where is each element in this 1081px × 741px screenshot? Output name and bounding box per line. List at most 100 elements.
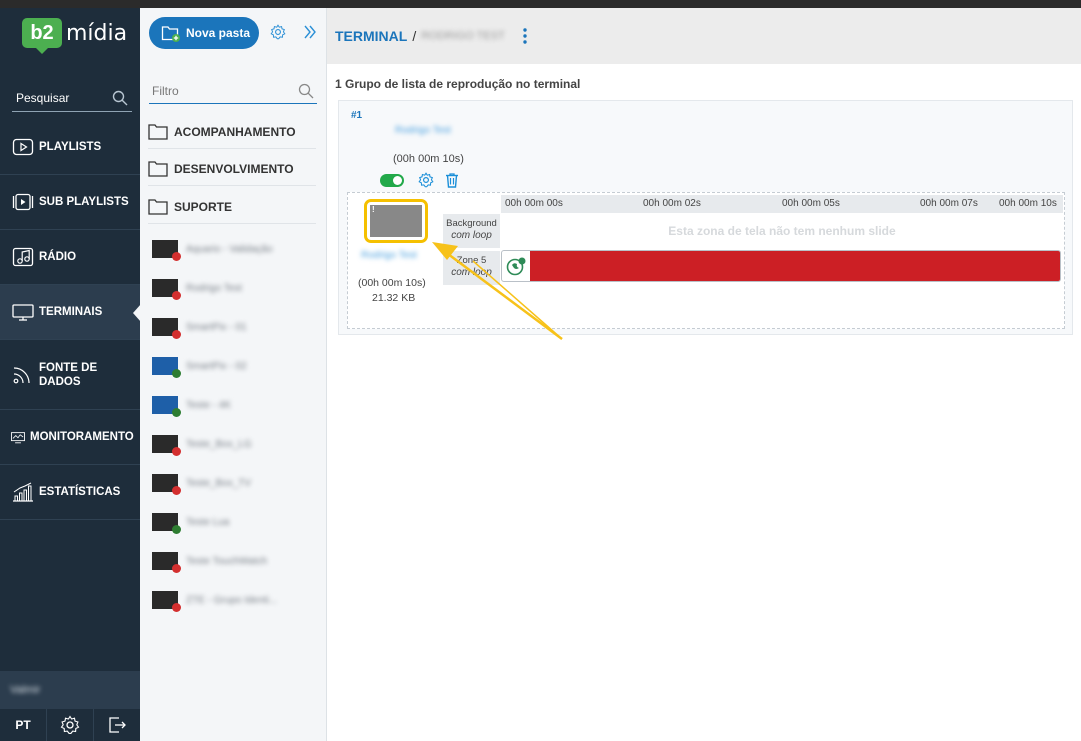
sidebar-item-label-line1: FONTE DE [39,361,98,374]
terminal-list-item[interactable]: Teste TouchWatch [152,547,317,575]
zone-name: Zone 5 [456,255,487,266]
zone5-slide-bar[interactable] [501,250,1061,282]
terminal-name: SmartPix - 02 [186,360,247,372]
folder-add-icon [161,26,180,42]
sidebar-item-label: FONTE DE DADOS [39,361,97,389]
search-icon[interactable] [112,90,128,106]
status-dot-icon [172,603,181,612]
monitoring-icon [11,432,25,444]
breadcrumb-terminal-name: RODRIGO TEST [421,30,505,42]
terminal-screen-icon [152,396,181,417]
bar-chart-icon [13,482,33,502]
status-dot-icon [172,369,181,378]
terminal-screen-icon [152,357,181,378]
sidebar-item-monitoramento[interactable]: MONITORAMENTO [0,410,140,465]
status-dot-icon [172,330,181,339]
ruler-tick: 00h 00m 10s [999,198,1057,209]
new-folder-label: Nova pasta [186,26,251,40]
terminal-screen-icon [152,513,181,534]
folder-label: ACOMPANHAMENTO [174,124,296,139]
terminal-list-item[interactable]: Aquario - Validação [152,235,317,263]
double-chevron-right-icon[interactable] [303,25,317,39]
ruler-tick: 00h 00m 02s [643,198,701,209]
sidebar-item-radio[interactable]: RÁDIO [0,230,140,285]
sidebar-item-playlists[interactable]: PLAYLISTS [0,120,140,175]
terminal-list-item[interactable]: Teste - 4K [152,391,317,419]
folder-item[interactable]: DESENVOLVIMENTO [148,152,316,186]
sidebar-item-label: MONITORAMENTO [30,431,134,443]
sidebar-item-label: RÁDIO [39,251,77,263]
header-bar: TERMINAL / RODRIGO TEST [327,8,1081,64]
terminal-name: Teste_Box_LG [186,438,252,450]
folder-item[interactable]: ACOMPANHAMENTO [148,115,316,149]
terminal-list-item[interactable]: ZTE - Grupo Identi... [152,586,317,614]
group-enabled-toggle[interactable] [380,173,404,187]
terminal-screen-icon [152,474,181,495]
terminal-screen-icon [152,240,181,261]
terminal-name: Teste - 4K [186,399,232,411]
folder-item[interactable]: SUPORTE [148,190,316,224]
sub-playlist-icon [12,193,34,211]
sidebar-search-input[interactable]: Pesquisar [12,84,132,112]
ruler-tick: 00h 00m 07s [920,198,978,209]
sidebar-bottom-bar: PT [0,709,140,741]
terminal-list-item[interactable]: Teste_Box_TV [152,469,317,497]
logo-badge: b2 [22,18,62,54]
terminal-name: ZTE - Grupo Identi... [186,594,278,606]
gear-icon[interactable] [418,172,434,188]
terminal-screen-icon [152,552,181,573]
gear-icon [60,715,80,734]
group-name[interactable]: Rodrigo Test [395,125,451,136]
sidebar-item-label: PLAYLISTS [39,141,102,153]
folder-label: SUPORTE [174,199,233,214]
terminal-name: Teste Lua [186,516,230,528]
playlist-item-thumbnail[interactable]: ! [370,205,422,237]
search-icon[interactable] [298,83,314,99]
playlist-item-name[interactable]: Rodrigo Test [361,250,417,261]
folder-settings-icon[interactable] [270,24,286,40]
music-note-icon [12,247,34,267]
playlist-group-card: #1 Rodrigo Test (00h 00m 10s) ! Rodrigo … [338,100,1073,335]
group-count-title: 1 Grupo de lista de reprodução no termin… [335,77,581,91]
terminal-list-item[interactable]: Teste_Box_LG [152,430,317,458]
filter-input[interactable]: Filtro [149,78,317,104]
terminal-list-item[interactable]: Teste Lua [152,508,317,536]
sidebar-item-sub-playlists[interactable]: SUB PLAYLISTS [0,175,140,230]
folder-icon [148,161,168,177]
rss-icon [13,366,30,383]
group-number: #1 [351,110,363,121]
status-dot-icon [172,525,181,534]
rss-feed-icon [506,257,526,276]
settings-button[interactable] [47,709,94,741]
ruler-tick: 00h 00m 05s [782,198,840,209]
zone-empty-message: Esta zona de tela não tem nenhum slide [668,224,896,238]
logout-icon [109,717,126,733]
sidebar-item-label-line2: DADOS [39,375,81,388]
timeline-ruler: 00h 00m 00s 00h 00m 02s 00h 00m 05s 00h … [501,195,1063,213]
terminal-list-item[interactable]: SmartPix - 02 [152,352,317,380]
playlist-item-duration: (00h 00m 10s) [358,277,426,289]
trash-icon[interactable] [444,172,460,188]
new-folder-button[interactable]: Nova pasta [149,17,259,49]
status-dot-icon [172,291,181,300]
terminal-list-item[interactable]: Rodrigo Test [152,274,317,302]
user-bar[interactable]: Valmir [0,671,140,709]
logout-button[interactable] [94,709,140,741]
sidebar-item-estatisticas[interactable]: ESTATÍSTICAS [0,465,140,520]
filter-placeholder: Filtro [152,83,179,98]
status-dot-icon [172,447,181,456]
terminal-list-item[interactable]: SmartPix - 01 [152,313,317,341]
folder-icon [148,199,168,215]
sidebar-item-fonte-de-dados[interactable]: FONTE DE DADOS [0,340,140,410]
kebab-menu-icon[interactable] [517,27,533,45]
breadcrumb-terminal[interactable]: TERMINAL [335,28,407,44]
ruler-tick: 00h 00m 00s [505,198,563,209]
slide-block[interactable] [530,251,1060,281]
logo[interactable]: b2 mídia [22,18,127,54]
breadcrumb-separator: / [412,28,417,44]
warning-mark-icon: ! [372,205,375,214]
language-button[interactable]: PT [0,709,47,741]
sidebar-item-terminais[interactable]: TERMINAIS [0,285,141,340]
terminal-screen-icon [152,435,181,456]
playlist-item-thumbnail-highlight[interactable]: ! [364,199,428,243]
